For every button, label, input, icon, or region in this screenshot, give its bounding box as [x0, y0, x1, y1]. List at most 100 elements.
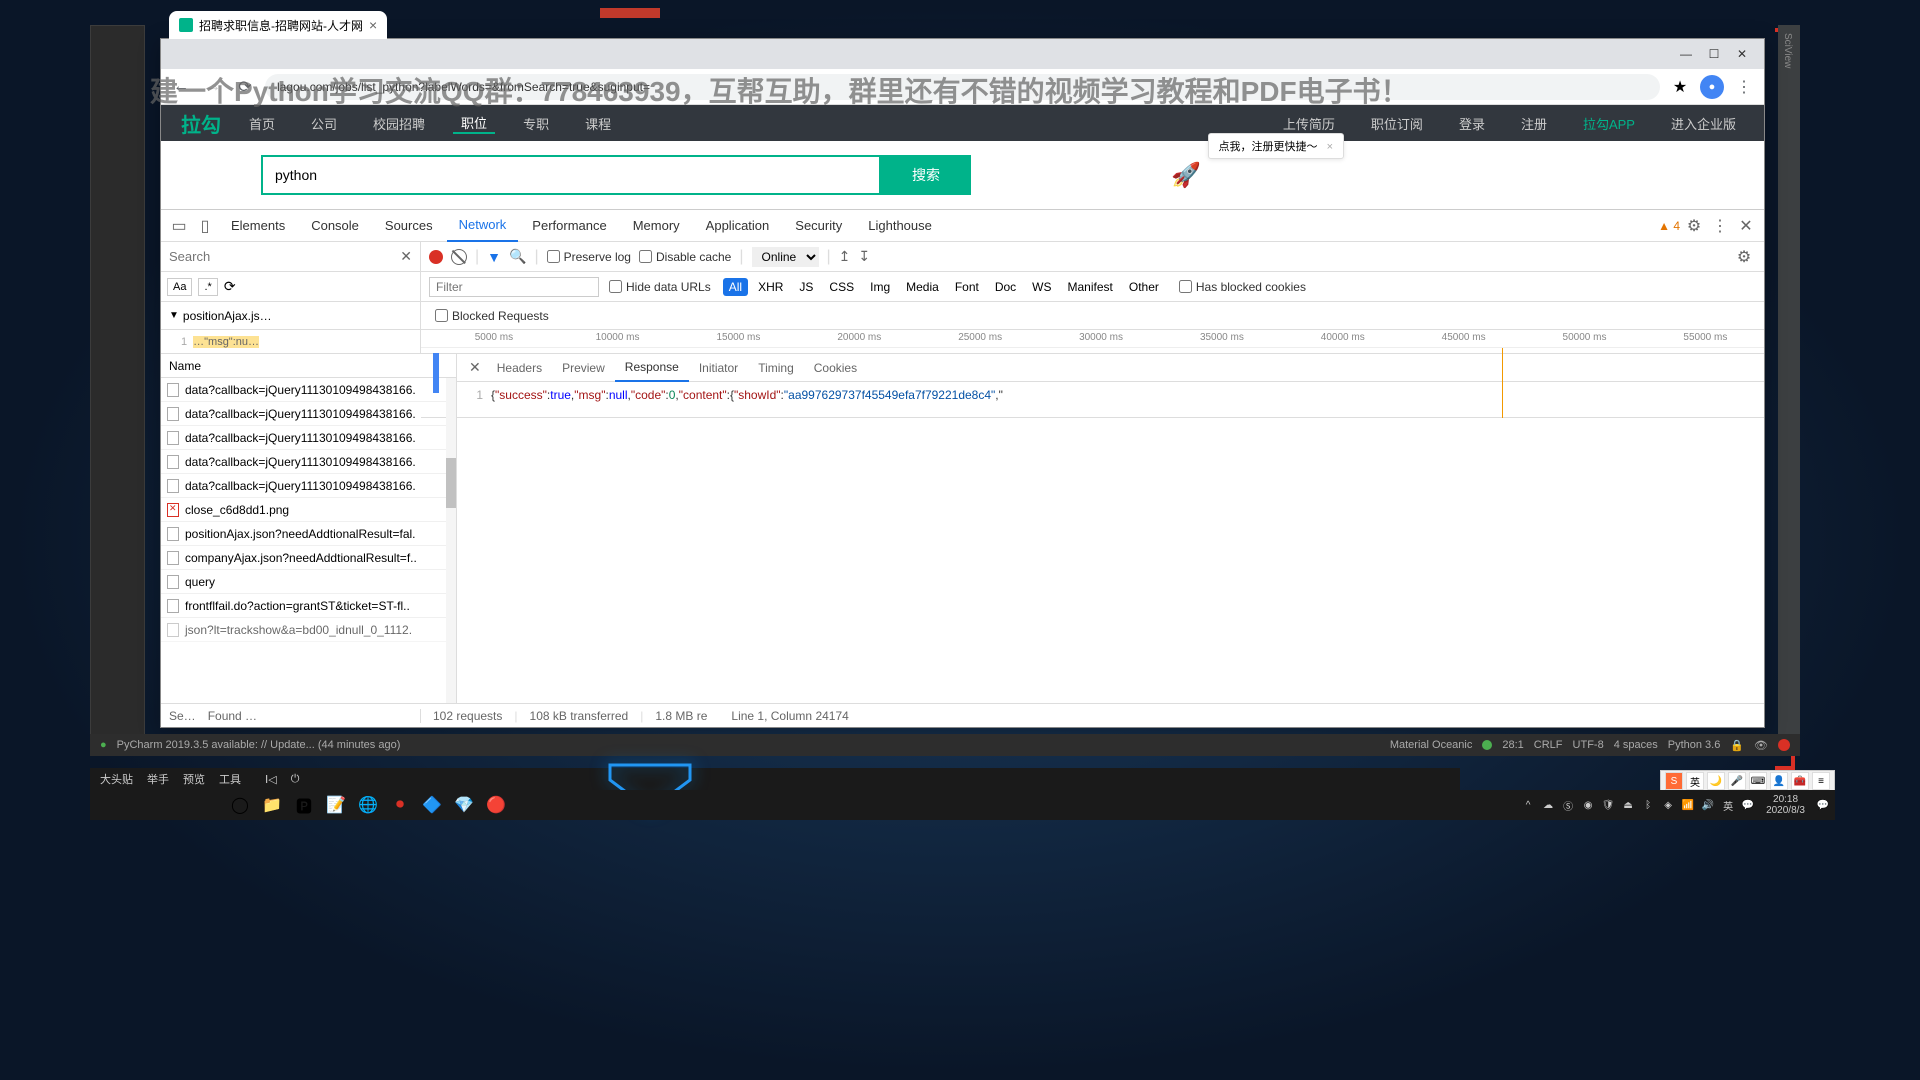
search-icon[interactable]: 🔍 — [509, 248, 526, 265]
tray-bluetooth-icon[interactable]: ᛒ — [1640, 797, 1656, 813]
tray-chrome-icon[interactable]: ◉ — [1580, 797, 1596, 813]
tray-notifications-icon[interactable]: 💬 — [1815, 797, 1831, 813]
site-logo[interactable]: 拉勾 — [181, 109, 221, 138]
filter-icon[interactable]: ▼ — [487, 249, 501, 265]
filter-other[interactable]: Other — [1123, 278, 1165, 296]
throttling-select[interactable]: Online — [752, 247, 819, 267]
tray-usb-icon[interactable]: ⏏ — [1620, 797, 1636, 813]
ime-logo-icon[interactable]: S — [1665, 772, 1683, 790]
tab-console[interactable]: Console — [299, 210, 371, 242]
network-settings-icon[interactable]: ⚙ — [1732, 247, 1756, 267]
player-raise-hand[interactable]: 举手 — [147, 771, 169, 787]
tray-onedrive-icon[interactable]: ☁ — [1540, 797, 1556, 813]
maximize-button[interactable]: ☐ — [1700, 44, 1728, 64]
nav-upload[interactable]: 上传简历 — [1275, 114, 1343, 133]
minimize-button[interactable]: — — [1672, 44, 1700, 64]
tray-network-icon[interactable]: 📶 — [1680, 797, 1696, 813]
filter-media[interactable]: Media — [900, 278, 945, 296]
request-row[interactable]: data?callback=jQuery11130109498438166. — [161, 378, 456, 402]
hide-data-urls-checkbox[interactable]: Hide data URLs — [609, 280, 711, 294]
devtools-close-icon[interactable]: ✕ — [1734, 216, 1758, 236]
window-titlebar[interactable]: — ☐ ✕ — [161, 39, 1764, 69]
filter-all[interactable]: All — [723, 278, 748, 296]
inspect-icon[interactable]: 👁 — [1754, 739, 1768, 752]
tab-performance[interactable]: Performance — [520, 210, 618, 242]
name-column-header[interactable]: Name — [161, 354, 456, 378]
filter-img[interactable]: Img — [864, 278, 896, 296]
extension-icon[interactable]: ★ — [1668, 75, 1692, 99]
nav-enterprise[interactable]: 进入企业版 — [1663, 114, 1744, 133]
tray-skype-icon[interactable]: Ⓢ — [1560, 797, 1576, 813]
tray-expand-icon[interactable]: ^ — [1520, 797, 1536, 813]
cursor-pos[interactable]: 28:1 — [1502, 739, 1523, 751]
ime-toolbox-icon[interactable]: 🧰 — [1791, 772, 1809, 790]
filter-js[interactable]: JS — [793, 278, 819, 296]
nav-login[interactable]: 登录 — [1451, 114, 1493, 133]
tab-sources[interactable]: Sources — [373, 210, 445, 242]
disable-cache-checkbox[interactable]: Disable cache — [639, 250, 731, 264]
filter-font[interactable]: Font — [949, 278, 985, 296]
filter-manifest[interactable]: Manifest — [1062, 278, 1119, 296]
reload-button[interactable]: ⟳ — [233, 75, 257, 99]
blocked-requests-checkbox[interactable]: Blocked Requests — [435, 309, 549, 323]
refresh-search-icon[interactable]: ⟳ — [224, 278, 236, 295]
more-icon[interactable]: ⋮ — [1708, 216, 1732, 236]
player-preview[interactable]: 预览 — [183, 771, 205, 787]
ide-update-msg[interactable]: PyCharm 2019.3.5 available: // Update...… — [117, 739, 401, 751]
ime-mic-icon[interactable]: 🎤 — [1728, 772, 1746, 790]
forward-button[interactable]: → — [201, 75, 225, 99]
tab-memory[interactable]: Memory — [621, 210, 692, 242]
search-button[interactable]: 搜索 — [881, 155, 971, 195]
tray-wechat-icon[interactable]: 💬 — [1740, 797, 1756, 813]
address-bar[interactable]: lagou.com/jobs/list_python?labelWords=&f… — [265, 74, 1660, 100]
search-input[interactable] — [261, 155, 881, 195]
tooltip-close-icon[interactable]: × — [1327, 141, 1333, 153]
nav-home[interactable]: 首页 — [241, 114, 283, 133]
close-button[interactable]: ✕ — [1728, 44, 1756, 64]
tab-application[interactable]: Application — [694, 210, 782, 242]
nav-company[interactable]: 公司 — [303, 114, 345, 133]
git-icon[interactable] — [1778, 739, 1790, 751]
register-tooltip[interactable]: 点我，注册更快捷～ × — [1208, 133, 1345, 159]
devtools-search-input[interactable] — [169, 249, 400, 264]
request-row[interactable]: data?callback=jQuery11130109498438166. — [161, 450, 456, 474]
request-row[interactable]: close_c6d8dd1.png — [161, 498, 456, 522]
tab-close-icon[interactable]: × — [369, 17, 377, 33]
nav-parttime[interactable]: 专职 — [515, 114, 557, 133]
request-row[interactable]: data?callback=jQuery11130109498438166. — [161, 426, 456, 450]
search-result-line[interactable]: 1 …"msg":nu… — [161, 330, 421, 353]
request-row[interactable]: companyAjax.json?needAddtionalResult=f.. — [161, 546, 456, 570]
menu-icon[interactable]: ⋮ — [1732, 75, 1756, 99]
new-tab-button[interactable]: + — [351, 15, 362, 36]
tray-shield-icon[interactable]: 🛡 — [1600, 797, 1616, 813]
player-tools[interactable]: 工具 — [219, 771, 241, 787]
request-row[interactable]: frontflfail.do?action=grantST&ticket=ST-… — [161, 594, 456, 618]
player-rewind-icon[interactable]: Ⅰ◁ — [265, 773, 277, 786]
nav-register[interactable]: 注册 — [1513, 114, 1555, 133]
filter-input[interactable] — [429, 277, 599, 297]
filter-ws[interactable]: WS — [1026, 278, 1057, 296]
tray-ime-icon[interactable]: 英 — [1720, 797, 1736, 813]
task-app2-icon[interactable]: 💎 — [448, 791, 480, 819]
back-button[interactable]: ← — [169, 75, 193, 99]
search-close-icon[interactable]: ✕ — [400, 248, 412, 265]
inspect-icon[interactable]: ▭ — [167, 214, 191, 238]
filter-doc[interactable]: Doc — [989, 278, 1022, 296]
tray-volume-icon[interactable]: 🔊 — [1700, 797, 1716, 813]
request-row[interactable]: data?callback=jQuery11130109498438166. — [161, 402, 456, 426]
task-cortana-icon[interactable]: ◯ — [224, 791, 256, 819]
indent-size[interactable]: 4 spaces — [1614, 739, 1658, 751]
nav-campus[interactable]: 校园招聘 — [365, 114, 433, 133]
ime-toolbar[interactable]: S 英 🌙 🎤 ⌨ 👤 🧰 ≡ — [1660, 770, 1835, 792]
python-version[interactable]: Python 3.6 — [1668, 739, 1721, 751]
tab-elements[interactable]: Elements — [219, 210, 297, 242]
download-icon[interactable]: ↧ — [858, 248, 870, 265]
request-row[interactable]: positionAjax.json?needAddtionalResult=fa… — [161, 522, 456, 546]
nav-jobs[interactable]: 职位 — [453, 113, 495, 134]
record-button[interactable] — [429, 250, 443, 264]
tab-lighthouse[interactable]: Lighthouse — [856, 210, 944, 242]
ime-moon-icon[interactable]: 🌙 — [1707, 772, 1725, 790]
nav-app[interactable]: 拉勾APP — [1575, 114, 1643, 133]
settings-icon[interactable]: ⚙ — [1682, 216, 1706, 236]
nav-course[interactable]: 课程 — [577, 114, 619, 133]
